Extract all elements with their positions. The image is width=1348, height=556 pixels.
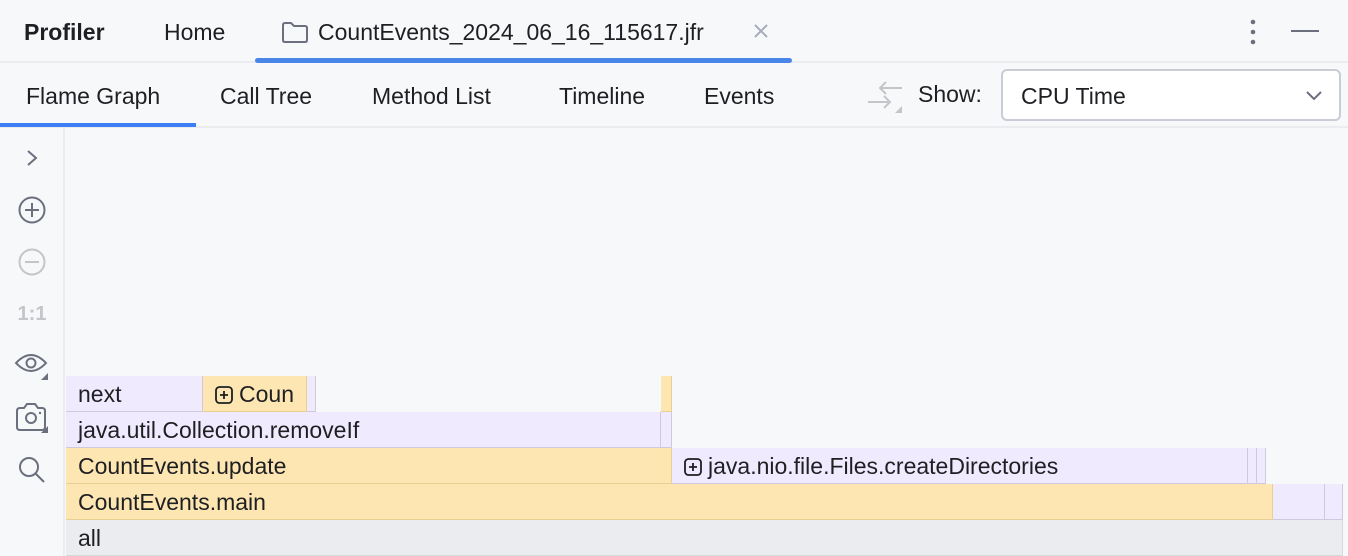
eye-icon [14,354,48,380]
tab-events[interactable]: Events [704,83,774,110]
camera-icon [16,403,48,433]
screenshot-button[interactable] [14,400,50,436]
frame-label: CountEvents.update [78,453,287,479]
frame-collection-removeif[interactable]: java.util.Collection.removeIf [66,412,661,448]
actual-size-button[interactable]: 1:1 [14,296,50,332]
frame-small[interactable] [1325,484,1343,520]
frame-small[interactable] [307,376,316,412]
frame-label: java.util.Collection.removeIf [78,417,360,443]
folder-icon [282,22,308,43]
minimize-icon[interactable] [1291,29,1319,33]
expand-button[interactable] [14,140,50,176]
frame-countevents-update[interactable]: CountEvents.update [66,448,672,484]
expand-plus-icon [684,458,702,476]
search-button[interactable] [14,452,50,488]
frame-label: next [78,381,122,407]
flame-graph-canvas[interactable]: next Coun java.util.Collection.removeIf … [66,130,1348,556]
frame-small[interactable] [1257,448,1266,484]
frame-label: all [78,525,102,551]
frame-count-truncated[interactable]: Coun [203,376,307,412]
top-bar: Profiler Home CountEvents_2024_06_16_115… [0,0,1348,63]
frame-small[interactable] [1248,448,1257,484]
file-tab-label: CountEvents_2024_06_16_115617.jfr [318,19,704,45]
tab-home[interactable]: Home [164,19,225,46]
search-icon [19,457,45,483]
compare-arrows-icon[interactable] [866,80,904,114]
chevron-right-icon [27,150,38,166]
left-toolbar: 1:1 [0,128,65,556]
show-dropdown-value: CPU Time [1021,83,1126,109]
zoom-in-icon [18,196,46,224]
tab-flame-graph[interactable]: Flame Graph [26,83,160,110]
frame-small[interactable] [1273,484,1325,520]
expand-plus-icon [215,386,233,404]
frame-files-createdirectories[interactable]: java.nio.file.Files.createDirectories [672,448,1248,484]
tab-timeline[interactable]: Timeline [559,83,645,110]
view-tabs-bar: Flame Graph Call Tree Method List Timeli… [0,63,1348,128]
zoom-out-button[interactable] [14,244,50,280]
tab-method-list[interactable]: Method List [372,83,491,110]
chevron-down-icon [1306,91,1322,101]
show-label: Show: [918,81,982,107]
frame-next[interactable]: next [66,376,203,412]
active-subtab-indicator [0,123,196,127]
frame-small[interactable] [661,376,672,412]
zoom-in-button[interactable] [14,192,50,228]
frame-label: java.nio.file.Files.createDirectories [708,453,1059,479]
actual-size-icon: 1:1 [17,302,47,325]
tab-call-tree[interactable]: Call Tree [220,83,312,110]
frame-countevents-main[interactable]: CountEvents.main [66,484,1273,520]
frame-all[interactable]: all [66,520,1343,556]
visibility-button[interactable] [14,348,50,384]
frame-small[interactable] [661,412,672,448]
close-icon[interactable] [751,21,771,41]
app-title: Profiler [24,19,105,45]
show-dropdown[interactable]: CPU Time [1001,69,1341,121]
zoom-out-icon [18,248,46,276]
frame-label: Coun [239,381,294,407]
frame-label: CountEvents.main [78,489,266,515]
kebab-menu-icon[interactable] [1243,17,1263,49]
tab-file[interactable]: CountEvents_2024_06_16_115617.jfr [255,0,792,63]
